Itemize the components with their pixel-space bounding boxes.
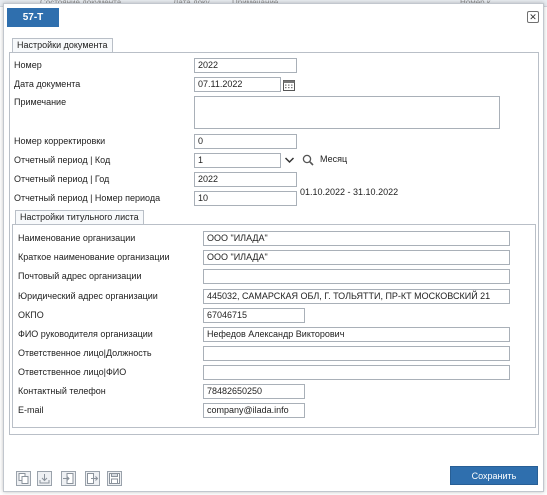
save-button[interactable]: Сохранить [450,466,538,485]
period-code-description: Месяц [320,154,348,164]
org-short-name-label: Краткое наименование организации [18,252,170,262]
okpo-label: ОКПО [18,310,44,320]
responsible-position-label: Ответственное лицо|Должность [18,348,152,358]
save-disk-icon[interactable] [107,471,122,486]
dialog-title: 57-Т [7,8,59,27]
org-name-label: Наименование организации [18,233,136,243]
org-postal-address-input[interactable] [203,269,510,284]
period-number-label: Отчетный период | Номер периода [14,193,161,203]
calendar-icon[interactable] [283,79,295,91]
search-icon[interactable] [302,154,314,166]
period-year-label: Отчетный период | Год [14,174,110,184]
director-name-label: ФИО руководителя организации [18,329,153,339]
close-icon[interactable]: ✕ [527,11,539,23]
export-icon[interactable] [85,471,100,486]
period-year-input[interactable]: 2022 [194,172,297,187]
okpo-input[interactable]: 67046715 [203,308,305,323]
period-range: 01.10.2022 - 31.10.2022 [300,187,399,197]
org-legal-address-label: Юридический адрес организации [18,291,158,301]
note-textarea[interactable] [194,96,500,129]
import-file-icon[interactable] [61,471,76,486]
tab-title-settings[interactable]: Настройки титульного листа [15,210,144,224]
correction-input[interactable]: 0 [194,134,297,149]
responsible-position-input[interactable] [203,346,510,361]
date-label: Дата документа [14,79,81,89]
org-legal-address-input[interactable]: 445032, САМАРСКАЯ ОБЛ, Г. ТОЛЬЯТТИ, ПР-К… [203,289,510,304]
period-number-input[interactable]: 10 [194,191,297,206]
director-name-input[interactable]: Нефедов Александр Викторович [203,327,510,342]
document-dialog: 57-Т ✕ Настройки документа Номер 2022 Да… [3,3,544,492]
number-label: Номер [14,60,42,70]
contact-phone-input[interactable]: 78482650250 [203,384,305,399]
contact-phone-label: Контактный телефон [18,386,106,396]
org-postal-address-label: Почтовый адрес организации [18,271,142,281]
import-icon[interactable] [37,471,52,486]
tab-document-settings[interactable]: Настройки документа [12,38,113,52]
correction-label: Номер корректировки [14,136,106,146]
number-input[interactable]: 2022 [194,58,297,73]
email-input[interactable]: company@ilada.info [203,403,305,418]
date-input[interactable]: 07.11.2022 [194,77,281,92]
email-label: E-mail [18,405,44,415]
responsible-name-input[interactable] [203,365,510,380]
org-short-name-input[interactable]: ООО "ИЛАДА" [203,250,510,265]
chevron-down-icon[interactable] [284,155,295,165]
note-label: Примечание [14,97,67,107]
responsible-name-label: Ответственное лицо|ФИО [18,367,127,377]
org-name-input[interactable]: ООО "ИЛАДА" [203,231,510,246]
period-code-label: Отчетный период | Код [14,155,111,165]
period-code-select[interactable]: 1 [194,153,281,168]
copy-icon[interactable] [16,471,31,486]
